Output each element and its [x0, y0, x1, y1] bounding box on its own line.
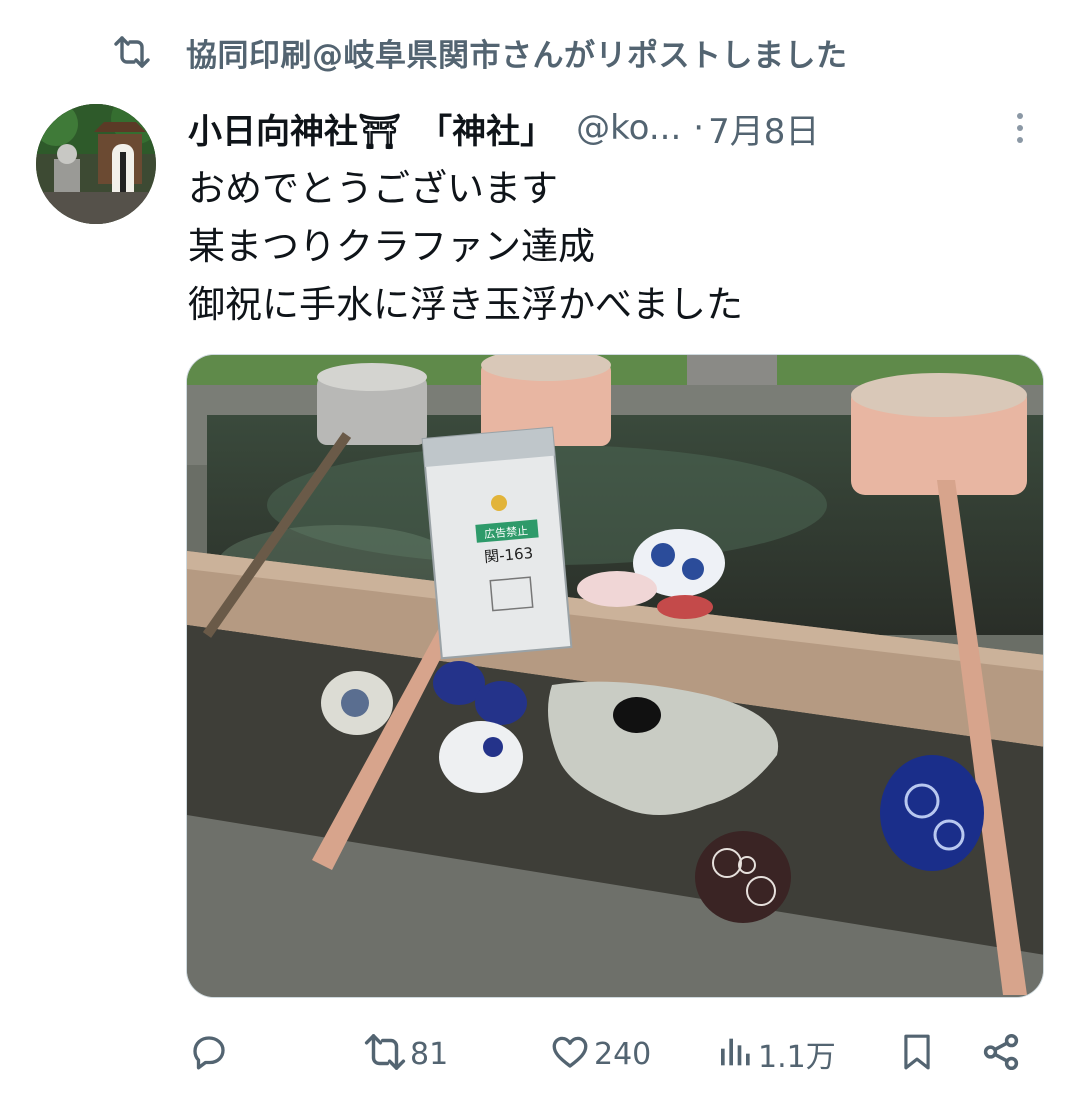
views-icon	[716, 1032, 756, 1076]
user-handle[interactable]: @ko...	[576, 108, 681, 148]
reply-icon	[188, 1031, 230, 1077]
reply-button[interactable]	[188, 1024, 230, 1084]
heart-icon	[548, 1031, 592, 1077]
repost-notice-text: 協同印刷@岐阜県関市さんがリポストしました	[186, 37, 848, 74]
share-button[interactable]	[980, 1024, 1022, 1084]
like-count: 240	[594, 1036, 652, 1072]
repost-icon	[108, 28, 156, 76]
post-header: 小日向神社⛩ 「神社」 @ko... · 7月8日	[188, 102, 1048, 154]
post-image[interactable]: 広告禁止 関-163	[186, 354, 1044, 998]
bookmark-icon	[898, 1030, 936, 1078]
action-bar: 81 240 1.1万	[186, 1024, 1036, 1084]
repost-button[interactable]: 81	[362, 1024, 448, 1084]
post-text-line: おめでとうございます	[188, 167, 558, 210]
post-text-line: 御祝に手水に浮き玉浮かべました	[188, 283, 743, 326]
repost-notice[interactable]: 協同印刷@岐阜県関市さんがリポストしました	[108, 28, 848, 76]
separator-dot: ·	[693, 108, 705, 148]
display-name[interactable]: 小日向神社⛩ 「神社」	[188, 104, 554, 153]
post-text: おめでとうございます 某まつりクラファン達成 御祝に手水に浮き玉浮かべました	[188, 160, 1048, 334]
more-vertical-icon[interactable]	[1004, 104, 1036, 152]
repost-count: 81	[410, 1036, 449, 1072]
repost-icon	[362, 1032, 408, 1076]
share-icon	[980, 1031, 1022, 1077]
avatar[interactable]	[36, 104, 156, 224]
like-button[interactable]: 240	[548, 1024, 651, 1084]
bookmark-button[interactable]	[898, 1024, 936, 1084]
views-button[interactable]: 1.1万	[716, 1024, 836, 1084]
views-count: 1.1万	[758, 1040, 836, 1075]
post-date[interactable]: 7月8日	[708, 104, 819, 153]
post-text-line: 某まつりクラファン達成	[188, 225, 595, 268]
